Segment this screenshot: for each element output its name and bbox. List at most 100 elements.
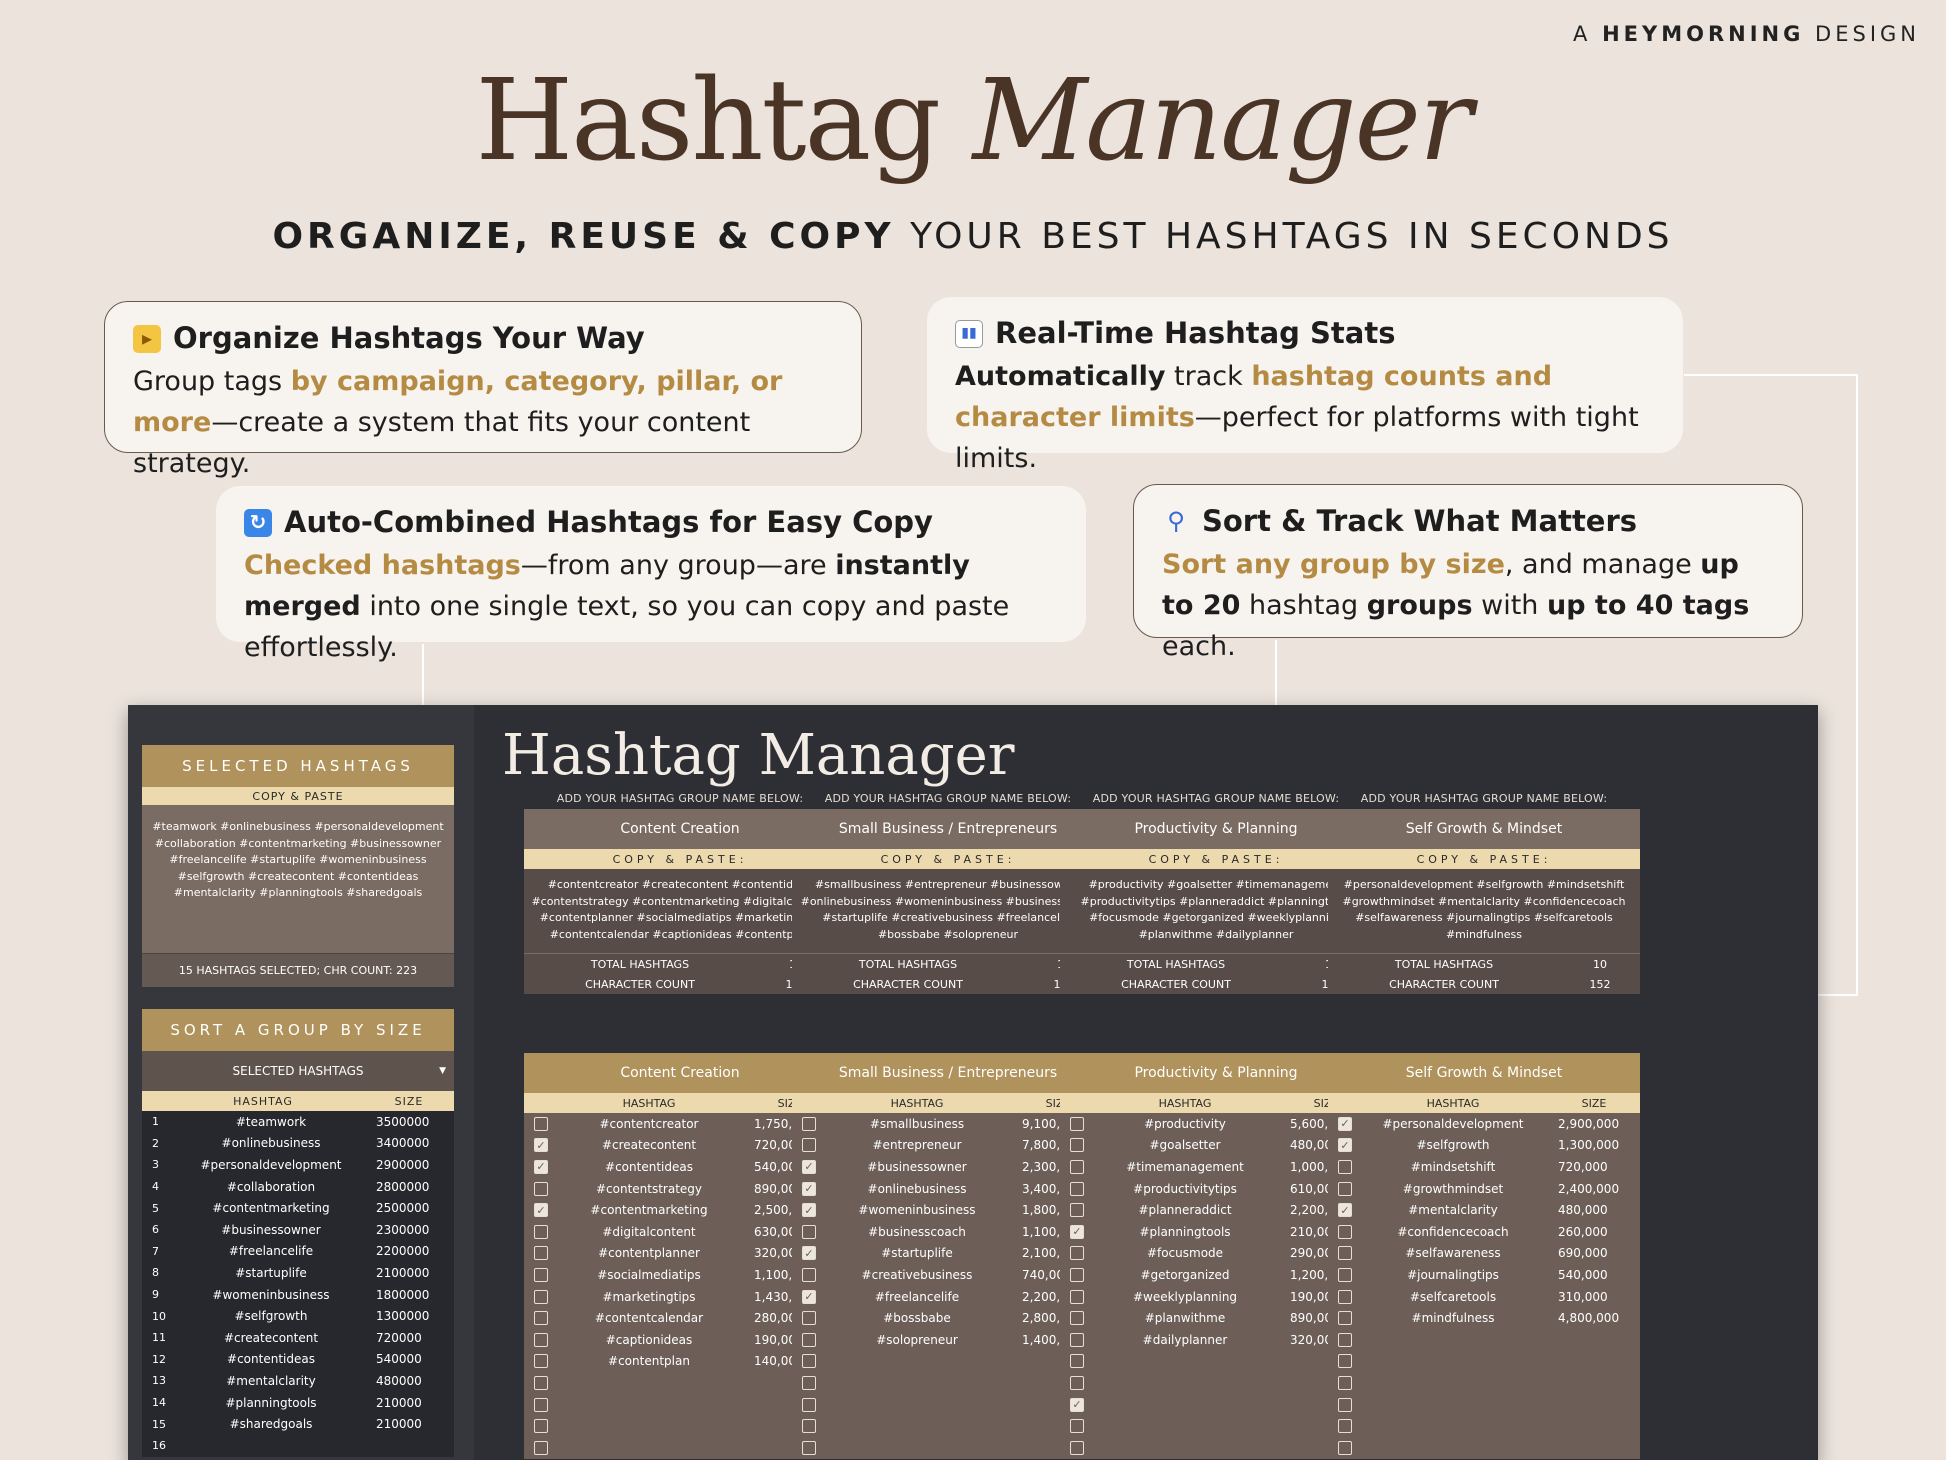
hashtag-checkbox[interactable] [802, 1138, 816, 1153]
hashtag-checkbox[interactable] [534, 1224, 548, 1239]
hashtag-checkbox[interactable]: ✓ [534, 1138, 548, 1153]
combined-hashtags-text[interactable]: #smallbusiness #entrepreneur #businessow… [792, 869, 1104, 953]
combined-hashtags-text[interactable]: #productivity #goalsetter #timemanagemen… [1060, 869, 1372, 953]
hashtag-checkbox[interactable] [1070, 1440, 1084, 1455]
hashtag-cell[interactable]: #timemanagement [1090, 1160, 1280, 1174]
hashtag-checkbox[interactable] [1338, 1397, 1352, 1412]
hashtag-checkbox[interactable] [534, 1419, 548, 1434]
hashtag-checkbox[interactable] [802, 1440, 816, 1455]
hashtag-cell[interactable]: #digitalcontent [554, 1225, 744, 1239]
hashtag-checkbox[interactable] [802, 1354, 816, 1369]
hashtag-cell[interactable]: #socialmediatips [554, 1268, 744, 1282]
hashtag-checkbox[interactable] [802, 1375, 816, 1390]
hashtag-checkbox[interactable] [802, 1311, 816, 1326]
size-cell[interactable]: 480,000 [1548, 1203, 1640, 1217]
hashtag-checkbox[interactable] [1338, 1246, 1352, 1261]
hashtag-checkbox[interactable] [1338, 1311, 1352, 1326]
hashtag-checkbox[interactable] [1070, 1181, 1084, 1196]
size-cell[interactable]: 2,900,000 [1548, 1117, 1640, 1131]
hashtag-checkbox[interactable]: ✓ [534, 1159, 548, 1174]
hashtag-checkbox[interactable] [1338, 1289, 1352, 1304]
hashtag-checkbox[interactable] [802, 1267, 816, 1282]
hashtag-checkbox[interactable] [1070, 1246, 1084, 1261]
hashtag-checkbox[interactable]: ✓ [802, 1203, 816, 1218]
hashtag-checkbox[interactable] [1338, 1354, 1352, 1369]
size-cell[interactable]: 260,000 [1548, 1225, 1640, 1239]
hashtag-cell[interactable]: #bossbabe [822, 1311, 1012, 1325]
selected-hashtags-text[interactable]: #teamwork #onlinebusiness #personaldevel… [142, 805, 454, 953]
size-cell[interactable]: 690,000 [1548, 1246, 1640, 1260]
group-name-input[interactable]: Small Business / Entrepreneurs [792, 809, 1104, 849]
hashtag-checkbox[interactable] [534, 1181, 548, 1196]
hashtag-cell[interactable]: #contentstrategy [554, 1182, 744, 1196]
hashtag-checkbox[interactable] [1338, 1267, 1352, 1282]
hashtag-cell[interactable]: #confidencecoach [1358, 1225, 1548, 1239]
hashtag-checkbox[interactable]: ✓ [1338, 1116, 1352, 1131]
hashtag-checkbox[interactable] [1338, 1224, 1352, 1239]
hashtag-checkbox[interactable] [1070, 1203, 1084, 1218]
hashtag-cell[interactable]: #smallbusiness [822, 1117, 1012, 1131]
size-cell[interactable]: 310,000 [1548, 1290, 1640, 1304]
hashtag-checkbox[interactable] [1070, 1267, 1084, 1282]
combined-hashtags-text[interactable]: #personaldevelopment #selfgrowth #mindse… [1328, 869, 1640, 953]
group-name-input[interactable]: Self Growth & Mindset [1328, 809, 1640, 849]
hashtag-cell[interactable]: #creativebusiness [822, 1268, 1012, 1282]
hashtag-checkbox[interactable]: ✓ [1338, 1203, 1352, 1218]
hashtag-checkbox[interactable] [1338, 1419, 1352, 1434]
hashtag-checkbox[interactable]: ✓ [802, 1289, 816, 1304]
hashtag-checkbox[interactable] [802, 1116, 816, 1131]
hashtag-checkbox[interactable]: ✓ [1070, 1397, 1084, 1412]
hashtag-cell[interactable]: #getorganized [1090, 1268, 1280, 1282]
hashtag-checkbox[interactable] [1338, 1159, 1352, 1174]
hashtag-checkbox[interactable]: ✓ [534, 1203, 548, 1218]
hashtag-cell[interactable]: #focusmode [1090, 1246, 1280, 1260]
size-cell[interactable]: 4,800,000 [1548, 1311, 1640, 1325]
hashtag-cell[interactable]: #solopreneur [822, 1333, 1012, 1347]
hashtag-cell[interactable]: #contentideas [554, 1160, 744, 1174]
hashtag-cell[interactable]: #businessowner [822, 1160, 1012, 1174]
hashtag-checkbox[interactable] [1338, 1440, 1352, 1455]
hashtag-cell[interactable]: #captionideas [554, 1333, 744, 1347]
hashtag-cell[interactable]: #freelancelife [822, 1290, 1012, 1304]
size-cell[interactable]: 1,300,000 [1548, 1138, 1640, 1152]
hashtag-checkbox[interactable] [802, 1224, 816, 1239]
hashtag-checkbox[interactable]: ✓ [802, 1159, 816, 1174]
hashtag-checkbox[interactable] [1338, 1181, 1352, 1196]
hashtag-cell[interactable]: #selfgrowth [1358, 1138, 1548, 1152]
hashtag-cell[interactable]: #marketingtips [554, 1290, 744, 1304]
hashtag-checkbox[interactable] [534, 1440, 548, 1455]
hashtag-checkbox[interactable] [1070, 1311, 1084, 1326]
hashtag-checkbox[interactable] [1070, 1354, 1084, 1369]
hashtag-cell[interactable]: #mindsetshift [1358, 1160, 1548, 1174]
hashtag-cell[interactable]: #productivity [1090, 1117, 1280, 1131]
hashtag-cell[interactable]: #planningtools [1090, 1225, 1280, 1239]
hashtag-checkbox[interactable]: ✓ [802, 1246, 816, 1261]
hashtag-cell[interactable]: #dailyplanner [1090, 1333, 1280, 1347]
size-cell[interactable]: 720,000 [1548, 1160, 1640, 1174]
hashtag-cell[interactable]: #weeklyplanning [1090, 1290, 1280, 1304]
hashtag-checkbox[interactable]: ✓ [1338, 1138, 1352, 1153]
hashtag-checkbox[interactable] [534, 1267, 548, 1282]
hashtag-cell[interactable]: #selfawareness [1358, 1246, 1548, 1260]
hashtag-cell[interactable]: #contentcalendar [554, 1311, 744, 1325]
hashtag-checkbox[interactable] [534, 1116, 548, 1131]
size-cell[interactable]: 540,000 [1548, 1268, 1640, 1282]
hashtag-cell[interactable]: #womeninbusiness [822, 1203, 1012, 1217]
hashtag-checkbox[interactable] [802, 1332, 816, 1347]
hashtag-checkbox[interactable] [1070, 1116, 1084, 1131]
size-cell[interactable]: 2,400,000 [1548, 1182, 1640, 1196]
hashtag-checkbox[interactable] [534, 1354, 548, 1369]
hashtag-cell[interactable]: #growthmindset [1358, 1182, 1548, 1196]
hashtag-cell[interactable]: #selfcaretools [1358, 1290, 1548, 1304]
hashtag-checkbox[interactable] [1070, 1159, 1084, 1174]
hashtag-cell[interactable]: #personaldevelopment [1358, 1117, 1548, 1131]
hashtag-cell[interactable]: #mindfulness [1358, 1311, 1548, 1325]
hashtag-checkbox[interactable] [1070, 1375, 1084, 1390]
hashtag-checkbox[interactable] [1338, 1332, 1352, 1347]
hashtag-cell[interactable]: #mentalclarity [1358, 1203, 1548, 1217]
hashtag-checkbox[interactable] [1338, 1375, 1352, 1390]
hashtag-cell[interactable]: #createcontent [554, 1138, 744, 1152]
combined-hashtags-text[interactable]: #contentcreator #createcontent #contenti… [524, 869, 836, 953]
hashtag-cell[interactable]: #businesscoach [822, 1225, 1012, 1239]
hashtag-cell[interactable]: #contentplanner [554, 1246, 744, 1260]
